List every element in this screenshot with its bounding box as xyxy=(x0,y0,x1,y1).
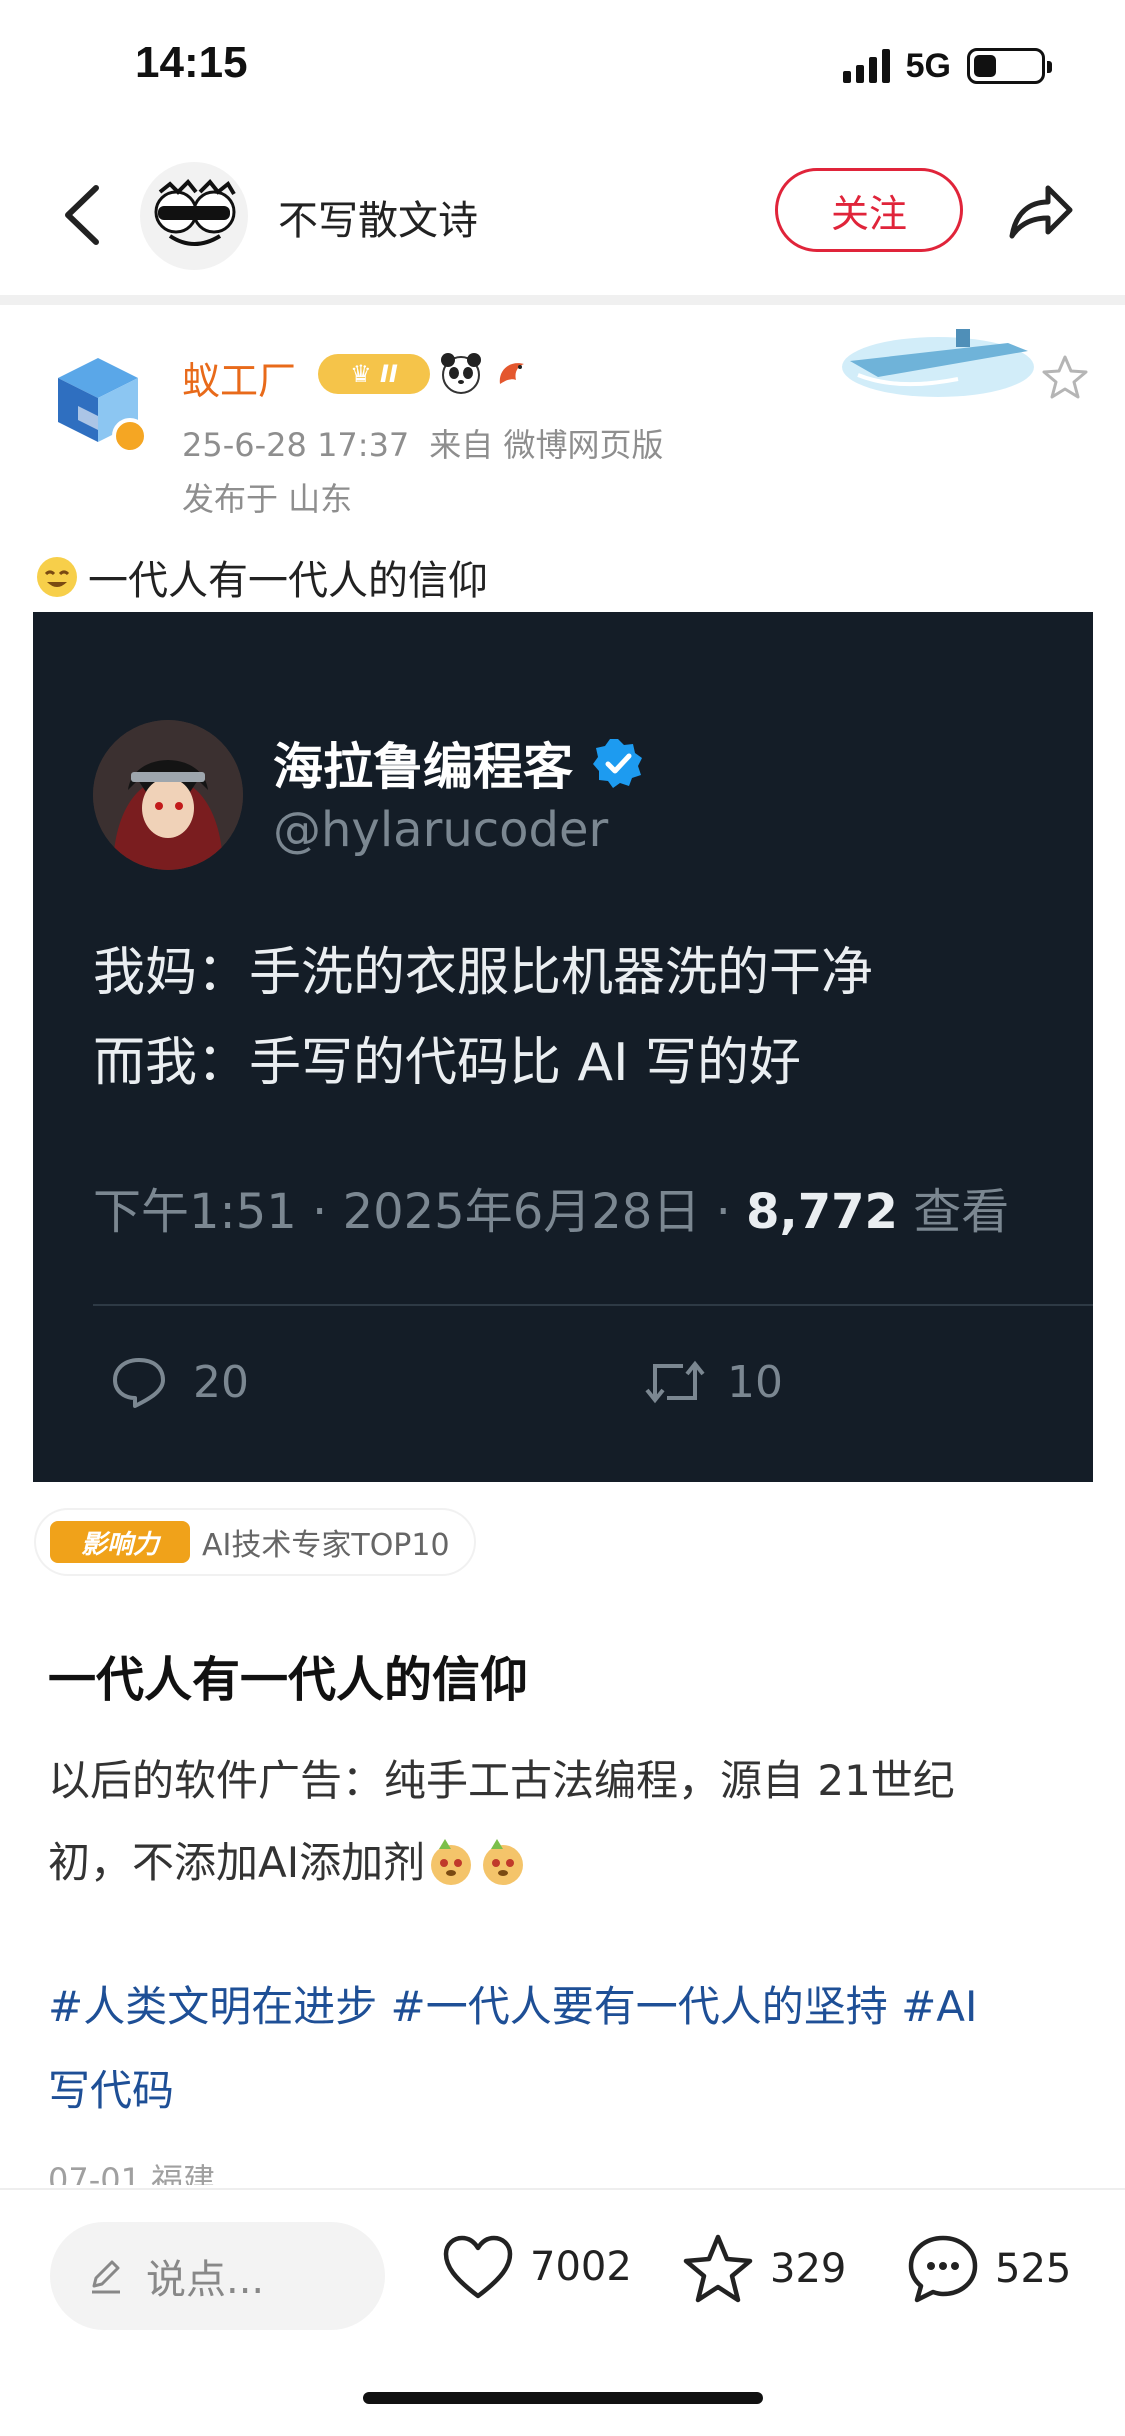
status-bar: 14:15 5G xyxy=(0,0,1125,130)
post-time: 25-6-28 17:37 xyxy=(182,426,410,464)
pencil-icon xyxy=(92,2260,120,2294)
chevron-left-icon xyxy=(65,185,99,245)
status-time: 14:15 xyxy=(135,38,248,87)
crown-icon: ♛ xyxy=(350,360,372,388)
article-body-line-2: 初，不添加AI添加剂 xyxy=(48,1838,426,1887)
comment-input[interactable]: 说点... xyxy=(50,2222,385,2330)
favorite-button[interactable]: 329 xyxy=(680,2232,846,2306)
status-indicators: 5G xyxy=(842,44,1052,88)
battery-level xyxy=(974,55,996,77)
hashtags[interactable]: #人类文明在进步 #一代人要有一代人的坚持 #AI 写代码 xyxy=(48,1965,1088,2133)
account-name[interactable]: 不写散文诗 xyxy=(278,188,478,246)
repost-comment: 一代人有一代人的信仰 xyxy=(32,548,488,606)
favorite-count: 329 xyxy=(770,2246,847,2292)
tweet-name-text: 海拉鲁编程客 xyxy=(273,738,573,796)
tweet-reply-stat: 20 xyxy=(109,1354,249,1410)
sunglasses-cartoon-icon xyxy=(154,179,236,246)
shrimp-icon xyxy=(499,363,524,384)
network-type: 5G xyxy=(905,46,951,85)
anime-avatar-icon xyxy=(93,720,243,870)
header-divider xyxy=(0,295,1125,305)
influence-text: AI技术专家TOP10 xyxy=(202,1528,450,1563)
influence-logo: 影响力 xyxy=(50,1521,190,1563)
member-level-badge[interactable]: ♛ II xyxy=(318,354,430,394)
page-header: 不写散文诗 关注 xyxy=(0,150,1125,280)
tweet-retweet-count: 10 xyxy=(727,1356,783,1408)
aircraft-carrier-decoration xyxy=(842,329,1034,397)
star-icon xyxy=(683,2234,753,2303)
author-name[interactable]: 蚁工厂 xyxy=(182,350,296,405)
article-body: 以后的软件广告：纯手工古法编程，源自 21世纪 初，不添加AI添加剂 xyxy=(48,1740,1078,1904)
article-footer-meta: 07-01 福建 xyxy=(48,2161,216,2185)
comment-bubble-icon xyxy=(908,2235,978,2303)
share-icon xyxy=(1009,185,1073,239)
repost-text: 一代人有一代人的信仰 xyxy=(88,558,488,604)
star-outline-icon xyxy=(1042,355,1088,399)
retweet-icon xyxy=(645,1360,705,1404)
battery-icon xyxy=(967,48,1052,84)
tweet-text-line-2: 而我：手写的代码比 AI 写的好 xyxy=(93,1033,801,1093)
like-count: 7002 xyxy=(530,2244,632,2290)
tweet-retweet-stat: 10 xyxy=(643,1354,783,1410)
signal-icon xyxy=(842,49,890,83)
tweet-timestamp: 下午1:51 · 2025年6月28日 · xyxy=(93,1184,747,1240)
tweet-handle: @hylarucoder xyxy=(273,802,609,858)
influence-badge[interactable]: 影响力 AI技术专家TOP10 xyxy=(36,1510,474,1574)
hashtags-line-1[interactable]: #人类文明在进步 #一代人要有一代人的坚持 #AI xyxy=(48,1965,1088,2049)
reply-bubble-icon xyxy=(113,1358,165,1408)
doge-emoji-icon xyxy=(483,1839,524,1885)
follow-button[interactable]: 关注 xyxy=(775,168,963,252)
heart-icon xyxy=(443,2235,513,2299)
like-button[interactable]: 7002 xyxy=(440,2232,632,2302)
verified-v-badge xyxy=(112,418,148,454)
verified-check-icon xyxy=(593,739,642,788)
tweet-views: 8,772 xyxy=(746,1184,898,1240)
article-body-line-1: 以后的软件广告：纯手工古法编程，源自 21世纪 xyxy=(48,1756,955,1805)
article-title: 一代人有一代人的信仰 xyxy=(48,1652,529,1708)
post-location: 发布于 山东 xyxy=(182,480,353,518)
back-button[interactable] xyxy=(50,170,120,260)
smile-emoji-icon xyxy=(37,557,77,597)
doge-emoji-icon xyxy=(431,1839,472,1885)
tweet-screenshot[interactable]: 海拉鲁编程客 @hylarucoder 我妈：手洗的衣服比机器洗的干净 而我：手… xyxy=(33,612,1093,1482)
tweet-reply-count: 20 xyxy=(193,1356,249,1408)
favorite-star-button[interactable] xyxy=(1040,352,1090,402)
account-avatar[interactable] xyxy=(140,162,248,270)
comment-button[interactable]: 525 xyxy=(905,2232,1071,2306)
post-source: 来自 微博网页版 xyxy=(429,426,664,464)
tweet-meta: 下午1:51 · 2025年6月28日 · 8,772 查看 xyxy=(93,1172,1009,1242)
tweet-views-label: 查看 xyxy=(897,1184,1010,1240)
tweet-display-name: 海拉鲁编程客 xyxy=(273,727,645,799)
tweet-divider xyxy=(93,1304,1093,1306)
panda-icon xyxy=(441,353,481,394)
home-indicator xyxy=(363,2392,763,2404)
member-level-text: II xyxy=(380,360,398,388)
tweet-avatar xyxy=(93,720,243,870)
comment-placeholder: 说点... xyxy=(146,2257,265,2303)
hashtags-line-2[interactable]: 写代码 xyxy=(48,2049,1088,2133)
comment-count: 525 xyxy=(995,2246,1072,2292)
post-meta: 25-6-28 17:37 来自 微博网页版 xyxy=(182,420,663,466)
tweet-text-line-1: 我妈：手洗的衣服比机器洗的干净 xyxy=(93,943,874,1003)
share-button[interactable] xyxy=(1000,172,1080,252)
